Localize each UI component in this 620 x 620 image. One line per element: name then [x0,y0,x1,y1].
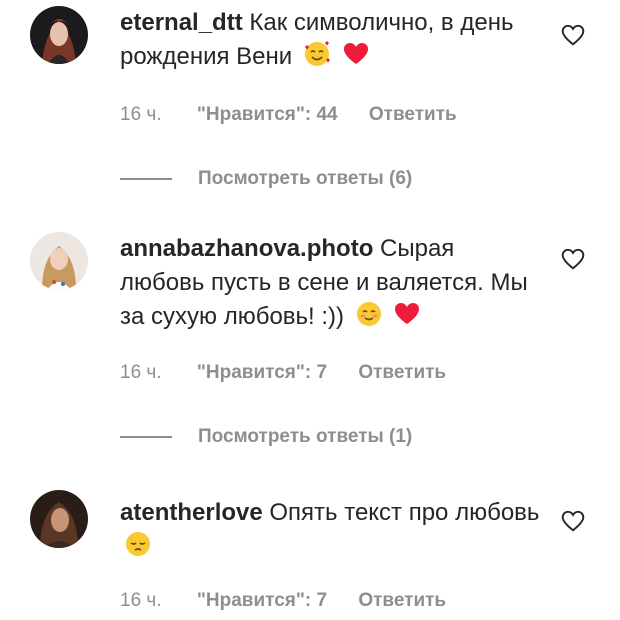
view-replies-button[interactable]: Посмотреть ответы (6) [120,168,412,190]
divider-line [120,435,172,438]
comment-likes[interactable]: "Нравится": 7 [197,590,327,611]
pensive-face-icon [126,532,150,556]
divider-line [120,177,172,180]
red-heart-icon [395,303,420,324]
heart-outline-icon[interactable] [560,508,586,534]
comment-username[interactable]: atentherlove [120,499,263,526]
comments-list: eternal_dtt Как символично, в день рожде… [0,0,620,620]
avatar[interactable] [30,490,88,548]
view-replies-button[interactable]: Посмотреть ответы (1) [120,426,412,448]
comment-body: annabazhanova.photo Сырая любовь пусть в… [120,232,540,334]
comment-body: eternal_dtt Как символично, в день рожде… [120,6,540,74]
reply-button[interactable]: Ответить [358,362,446,383]
avatar[interactable] [30,232,88,290]
heart-outline-icon[interactable] [560,246,586,272]
view-replies-label: Посмотреть ответы (6) [198,168,413,189]
avatar-image [30,232,88,290]
avatar-image [30,490,88,548]
view-replies-label: Посмотреть ответы (1) [198,426,413,447]
comment-username[interactable]: eternal_dtt [120,9,243,36]
comment-time[interactable]: 16 ч. [120,590,162,611]
comment-time[interactable]: 16 ч. [120,104,162,125]
comment-username[interactable]: annabazhanova.photo [120,235,373,262]
comment-text: Опять текст про любовь [269,499,540,526]
smiling-face-with-hearts-icon [304,41,330,66]
comment-likes[interactable]: "Нравится": 44 [197,104,338,125]
comment-body: atentherlove Опять текст про любовь [120,496,540,564]
comment-meta: 16 ч. "Нравится": 44 Ответить [120,104,483,126]
comment-meta: 16 ч. "Нравится": 7 Ответить [120,362,472,384]
comment-time[interactable]: 16 ч. [120,362,162,383]
avatar-image [30,6,88,64]
reply-button[interactable]: Ответить [358,590,446,611]
comment-likes[interactable]: "Нравится": 7 [197,362,327,383]
comment-meta: 16 ч. "Нравится": 7 Ответить [120,590,472,612]
avatar[interactable] [30,6,88,64]
reply-button[interactable]: Ответить [369,104,457,125]
red-heart-icon [343,43,368,64]
smiling-face-with-smiling-eyes-icon [356,302,381,326]
heart-outline-icon[interactable] [560,22,586,48]
